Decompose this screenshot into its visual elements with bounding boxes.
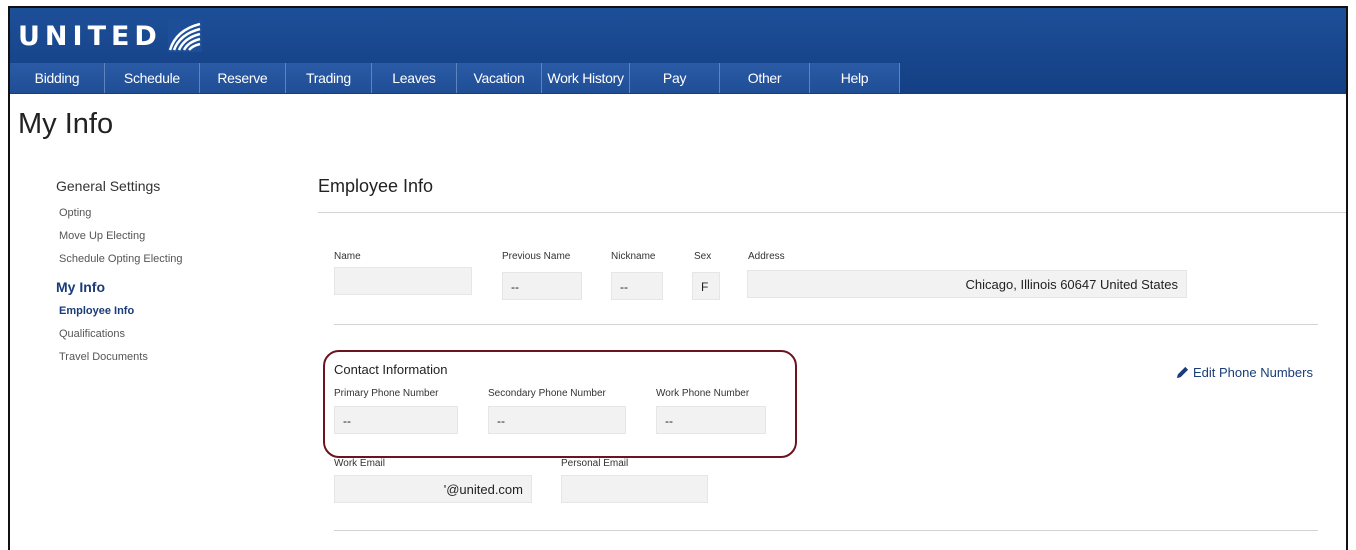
sidebar-item-schedule-opting-electing[interactable]: Schedule Opting Electing (56, 248, 276, 271)
primary-phone-label: Primary Phone Number (334, 388, 439, 399)
sidebar-item-qualifications[interactable]: Qualifications (56, 323, 276, 346)
personal-email-label: Personal Email (561, 458, 629, 469)
sidebar: General Settings Opting Move Up Electing… (56, 178, 276, 369)
sidebar-heading-my-info[interactable]: My Info (56, 279, 276, 295)
primary-phone-field: -- (334, 406, 458, 434)
logo-text: UNITED (18, 20, 162, 52)
name-field (334, 267, 472, 295)
address-field: Chicago, Illinois 60647 United States (747, 270, 1187, 298)
work-phone-label: Work Phone Number (656, 388, 750, 399)
work-phone-field: -- (656, 406, 766, 434)
sidebar-heading-general: General Settings (56, 178, 161, 194)
section-title: Employee Info (318, 176, 434, 196)
sidebar-item-opting[interactable]: Opting (56, 202, 276, 225)
nav-help[interactable]: Help (810, 63, 900, 93)
nav-trading[interactable]: Trading (285, 63, 372, 93)
name-label: Name (334, 251, 361, 262)
nav-bidding[interactable]: Bidding (10, 63, 105, 93)
nav-schedule[interactable]: Schedule (104, 63, 200, 93)
address-label: Address (748, 251, 785, 262)
nav-vacation[interactable]: Vacation (456, 63, 543, 93)
page-title: My Info (18, 108, 114, 140)
edit-phone-numbers-link[interactable]: Edit Phone Numbers (1176, 365, 1313, 380)
app-frame: UNITED Bidding Schedule Reserve Trading … (8, 6, 1348, 550)
sex-field: F (692, 272, 720, 300)
contact-title: Contact Information (334, 362, 448, 377)
nickname-field: -- (611, 272, 663, 300)
secondary-phone-field: -- (488, 406, 626, 434)
secondary-phone-label: Secondary Phone Number (488, 388, 606, 399)
previous-name-field: -- (502, 272, 582, 300)
globe-icon (167, 20, 202, 52)
edit-phone-numbers-label: Edit Phone Numbers (1193, 365, 1313, 380)
work-email-label: Work Email (334, 458, 385, 469)
divider (318, 212, 1346, 213)
nickname-label: Nickname (611, 251, 656, 262)
nav-reserve[interactable]: Reserve (199, 63, 286, 93)
nav-other[interactable]: Other (720, 63, 811, 93)
nav-work-history[interactable]: Work History (542, 63, 631, 93)
work-email-field: '@united.com (334, 475, 532, 503)
sidebar-item-travel-documents[interactable]: Travel Documents (56, 346, 276, 369)
pencil-icon (1176, 366, 1189, 379)
main-nav: Bidding Schedule Reserve Trading Leaves … (10, 63, 900, 93)
divider (334, 530, 1318, 531)
nav-pay[interactable]: Pay (630, 63, 721, 93)
united-logo[interactable]: UNITED (18, 18, 202, 54)
sidebar-item-employee-info[interactable]: Employee Info (56, 300, 276, 323)
divider (334, 324, 1318, 325)
personal-email-field (561, 475, 708, 503)
sex-label: Sex (694, 251, 712, 262)
nav-leaves[interactable]: Leaves (371, 63, 457, 93)
sidebar-item-move-up-electing[interactable]: Move Up Electing (56, 225, 276, 248)
previous-name-label: Previous Name (502, 251, 571, 262)
header: UNITED Bidding Schedule Reserve Trading … (10, 8, 1346, 94)
